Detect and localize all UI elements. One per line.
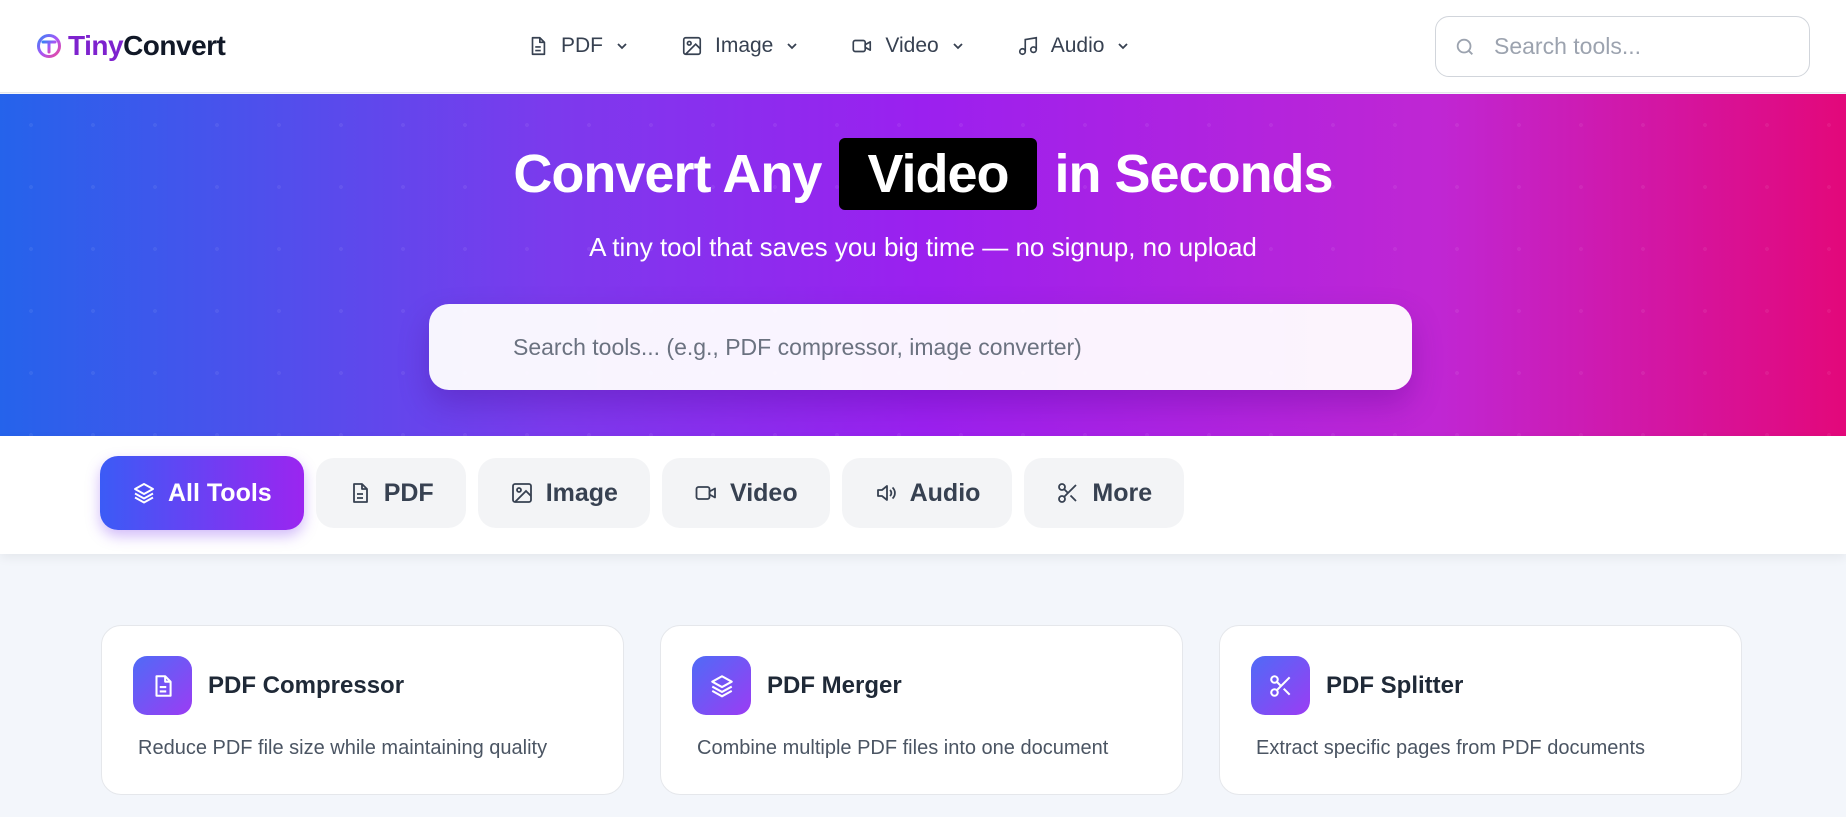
nav-item-pdf[interactable]: PDF — [527, 30, 629, 62]
brand-name-part1: Tiny — [68, 30, 124, 61]
tab-pdf[interactable]: PDF — [315, 458, 466, 528]
category-tabs: All Tools PDF Image Video Audio More — [100, 456, 1185, 530]
hero-title-before: Convert Any — [513, 144, 822, 204]
nav-item-audio[interactable]: Audio — [1017, 30, 1131, 62]
card-title: PDF Merger — [767, 672, 902, 699]
file-icon — [531, 36, 546, 56]
tab-label: Audio — [909, 478, 981, 507]
tab-label: PDF — [383, 478, 434, 507]
search-icon — [1456, 38, 1473, 55]
tool-card-pdf-compressor[interactable]: PDF Compressor Reduce PDF file size whil… — [101, 625, 624, 795]
brand-name-part2: Convert — [123, 30, 226, 61]
music-icon — [1018, 36, 1037, 56]
layers-icon — [710, 674, 733, 697]
speaker-icon — [876, 485, 896, 501]
hero-title: Convert Any Video in Seconds — [0, 138, 1846, 210]
image-icon — [682, 36, 702, 56]
nav-label: PDF — [561, 34, 603, 57]
tool-card-pdf-splitter[interactable]: PDF Splitter Extract specific pages from… — [1219, 625, 1742, 795]
card-description: Extract specific pages from PDF document… — [1256, 737, 1646, 759]
tab-label: Image — [545, 478, 618, 507]
hero-banner: Convert Any Video in Seconds A tiny tool… — [0, 94, 1846, 436]
tab-audio[interactable]: Audio — [841, 458, 1013, 528]
header-search-box[interactable] — [1435, 16, 1810, 77]
tab-image[interactable]: Image — [477, 458, 650, 528]
header-search-input[interactable] — [1494, 33, 1774, 60]
tab-label: All Tools — [168, 478, 272, 507]
card-icon-tile — [692, 656, 751, 715]
layers-icon — [134, 483, 154, 504]
card-description: Combine multiple PDF files into one docu… — [697, 737, 1109, 759]
image-icon — [511, 483, 532, 503]
card-description: Reduce PDF file size while maintaining q… — [138, 737, 548, 759]
category-filter-bar: All Tools PDF Image Video Audio More — [0, 436, 1846, 554]
chevron-down-icon — [787, 43, 798, 50]
nav-label: Image — [715, 34, 774, 57]
hero-search-box[interactable] — [429, 304, 1412, 390]
video-icon — [695, 486, 716, 500]
chevron-down-icon — [953, 43, 963, 50]
scissors-icon — [1058, 483, 1078, 503]
nav-item-video[interactable]: Video — [851, 30, 964, 62]
chevron-down-icon — [617, 43, 627, 50]
nav-label: Audio — [1050, 34, 1105, 57]
main-nav: PDF Image Video Audio — [527, 30, 1182, 62]
file-icon — [154, 674, 172, 697]
tab-more[interactable]: More — [1024, 458, 1185, 528]
card-icon-tile — [133, 656, 192, 715]
tab-video[interactable]: Video — [661, 458, 830, 528]
hero-search-input[interactable] — [513, 333, 1373, 361]
file-icon — [352, 483, 368, 503]
card-title: PDF Splitter — [1326, 672, 1464, 699]
tab-label: Video — [729, 478, 798, 507]
chevron-down-icon — [1118, 43, 1129, 50]
top-header: TinyConvert PDF Image Video Audio — [0, 0, 1846, 93]
tool-card-grid: PDF Compressor Reduce PDF file size whil… — [101, 625, 1742, 795]
hero-title-after: in Seconds — [1054, 144, 1334, 204]
tab-label: More — [1092, 478, 1153, 507]
brand-logo[interactable]: TinyConvert — [36, 29, 226, 63]
nav-label: Video — [885, 34, 939, 57]
scissors-icon — [1269, 674, 1290, 697]
tool-card-pdf-merger[interactable]: PDF Merger Combine multiple PDF files in… — [660, 625, 1183, 795]
tab-all-tools[interactable]: All Tools — [100, 456, 304, 530]
hero-title-highlight: Video — [839, 138, 1037, 210]
video-icon — [852, 39, 872, 53]
card-title: PDF Compressor — [208, 672, 405, 699]
logo-mark-icon — [37, 34, 61, 58]
brand-name: TinyConvert — [68, 30, 226, 62]
card-icon-tile — [1251, 656, 1310, 715]
hero-subtitle: A tiny tool that saves you big time — no… — [589, 232, 1257, 262]
nav-item-image[interactable]: Image — [681, 30, 799, 62]
